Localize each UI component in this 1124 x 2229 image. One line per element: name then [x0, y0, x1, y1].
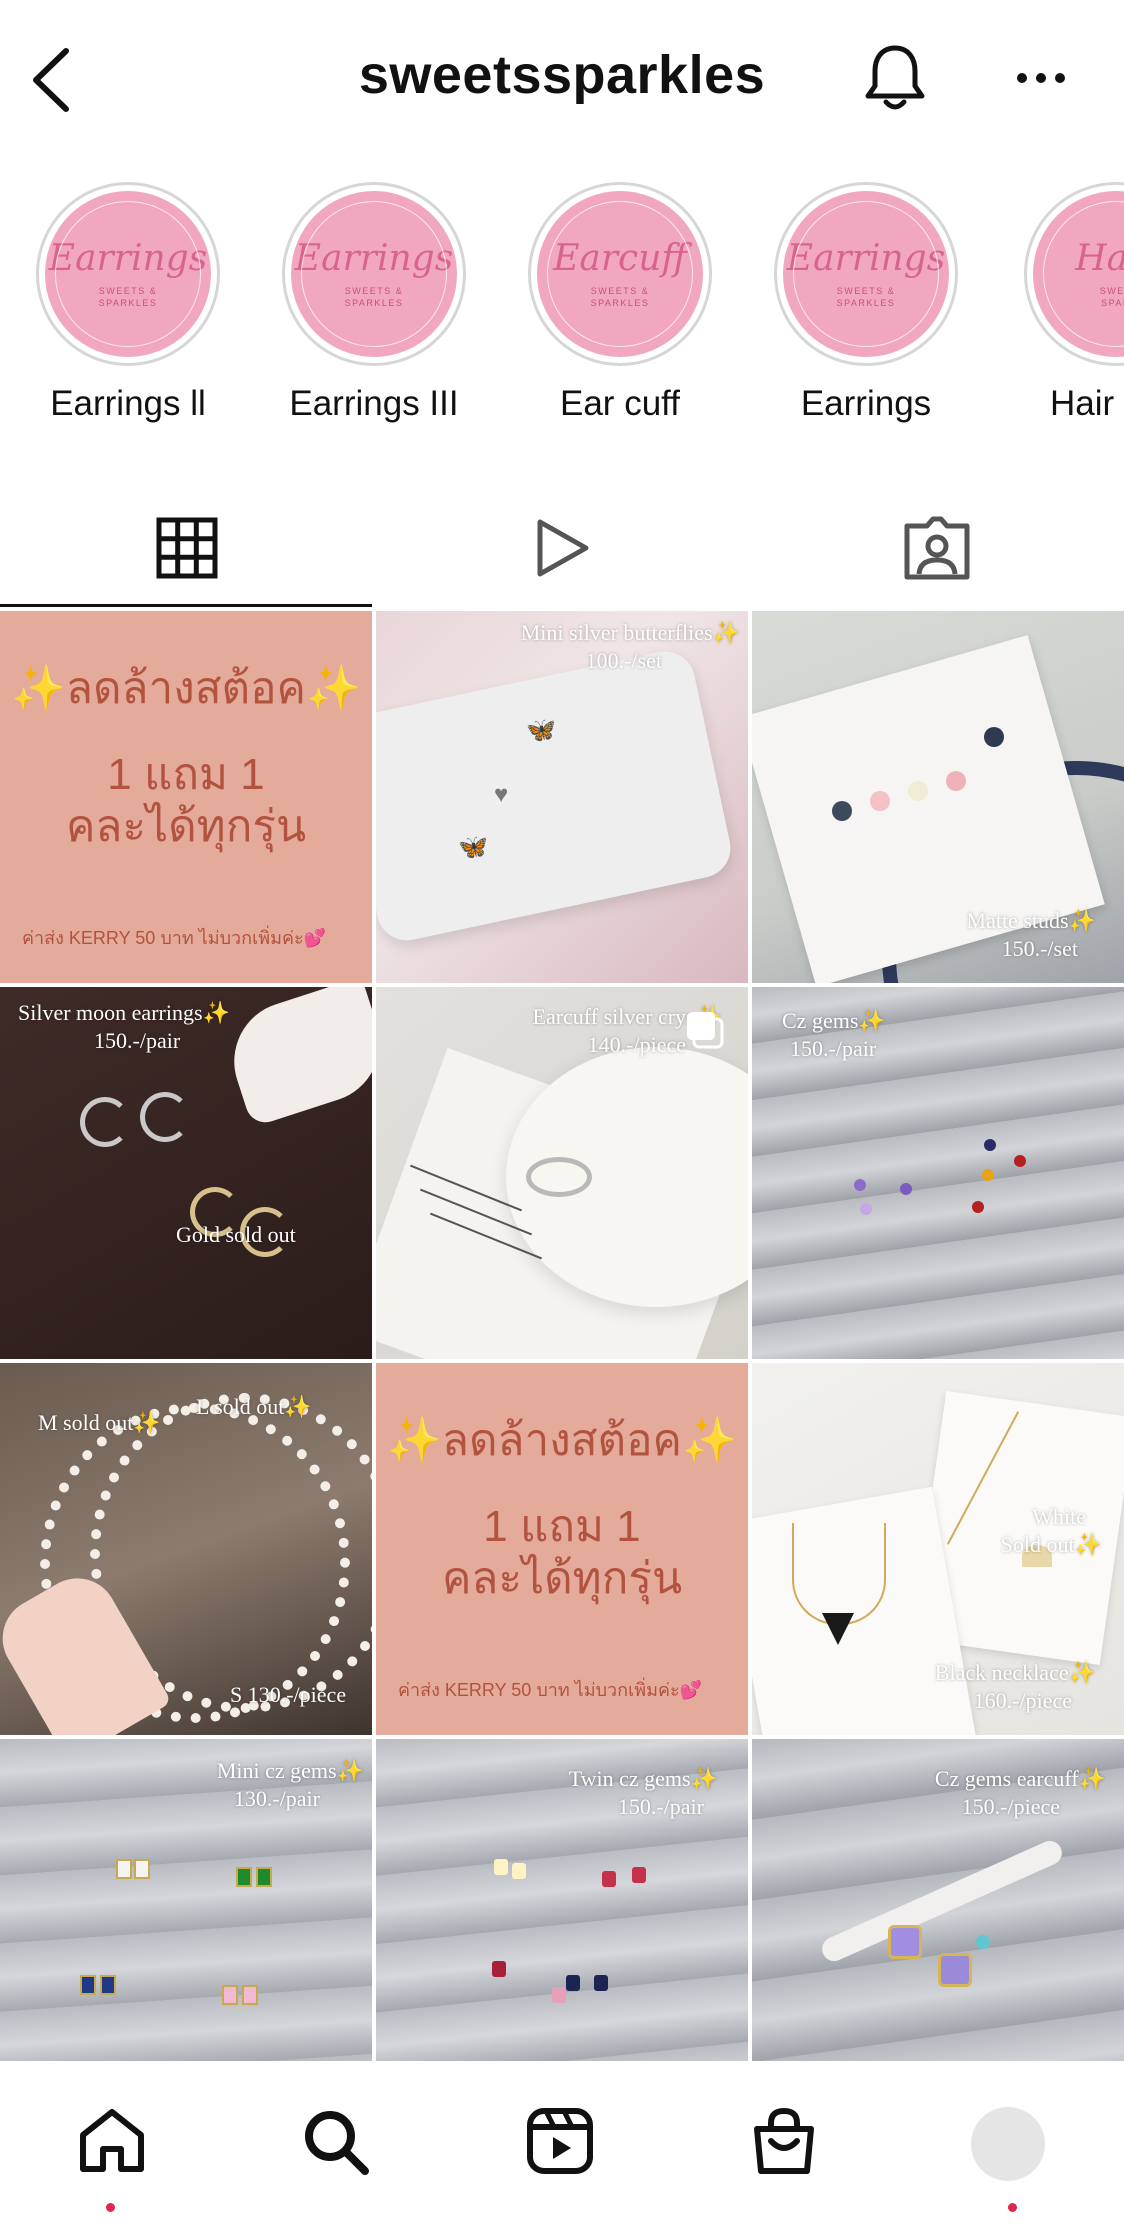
promo-offer: 1 แถม 1 คละได้ทุกรุ่น — [65, 750, 307, 851]
highlight-cover-text: Hair — [1075, 238, 1124, 279]
tab-tagged[interactable] — [750, 490, 1124, 606]
home-icon — [80, 2109, 144, 2172]
notifications-button[interactable] — [860, 38, 930, 118]
shop-bag-icon — [754, 2107, 814, 2174]
nav-reels[interactable] — [448, 2061, 672, 2229]
highlight-cover: Earrings SWEETS & SPARKLES — [774, 182, 958, 366]
post-caption: M sold out✨ — [38, 1410, 161, 1435]
highlight-cover-text: Earcuff — [553, 238, 687, 279]
post-caption: Mini silver butterflies✨ 100.-/set — [520, 620, 740, 673]
more-options-button[interactable] — [1008, 50, 1074, 106]
promo-title: ✨ลดล้างสต้อค✨ — [11, 664, 361, 713]
highlight-ear-cuff[interactable]: Earcuff SWEETS & SPARKLES Ear cuff — [508, 180, 728, 440]
reels-icon — [527, 2108, 593, 2174]
post-tile[interactable]: M sold out✨ L sold out✨ S 130.-/piece — [0, 1363, 372, 1735]
profile-tabs — [0, 490, 1124, 610]
highlight-cover: Hair SWEESPAR — [1024, 182, 1124, 366]
tagged-person-icon — [904, 516, 970, 580]
highlight-label: Earrings — [800, 384, 932, 423]
post-caption: Silver moon earrings✨ 150.-/pair — [18, 1000, 230, 1053]
promo-offer: 1 แถม 1 คละได้ทุกรุ่น — [441, 1502, 683, 1603]
highlight-cover: Earrings SWEETS & SPARKLES — [282, 182, 466, 366]
home-notification-dot — [106, 2203, 115, 2212]
post-caption: S 130.-/piece — [230, 1682, 347, 1707]
post-tile[interactable]: Silver moon earrings✨ 150.-/pair Gold sol… — [0, 987, 372, 1359]
highlight-cover-text: Earrings — [786, 238, 946, 279]
post-caption: Twin cz gems✨ 150.-/pair — [568, 1766, 718, 1819]
post-tile[interactable]: Twin cz gems✨ 150.-/pair — [376, 1739, 748, 2061]
tab-reels[interactable] — [375, 490, 749, 606]
post-tile[interactable]: Cz gems✨ 150.-/pair — [752, 987, 1124, 1359]
post-caption: L sold out✨ — [196, 1394, 312, 1419]
bottom-navigation-bar — [0, 2061, 1124, 2229]
profile-header: sweetssparkles — [0, 0, 1124, 160]
promo-footer: ค่าส่ง KERRY 50 บาท ไม่บวกเพิ่มค่ะ💕 — [22, 928, 327, 948]
promo-footer: ค่าส่ง KERRY 50 บาท ไม่บวกเพิ่มค่ะ💕 — [398, 1680, 703, 1700]
search-icon — [305, 2111, 369, 2175]
highlight-cover: Earrings SWEETS & SPARKLES — [36, 182, 220, 366]
highlight-label: Earrings III — [289, 384, 459, 423]
profile-avatar — [971, 2107, 1045, 2181]
post-caption: Cz gems earcuff✨ 150.-/piece — [934, 1766, 1106, 1819]
more-horizontal-icon — [1017, 73, 1065, 83]
promo-title: ✨ลดล้างสต้อค✨ — [387, 1416, 737, 1465]
nav-home[interactable] — [0, 2061, 224, 2229]
nav-shop[interactable] — [672, 2061, 896, 2229]
post-caption: Mini cz gems✨ 130.-/pair — [216, 1758, 364, 1811]
highlight-earrings-iii[interactable]: Earrings SWEETS & SPARKLES Earrings III — [262, 180, 482, 440]
post-tile[interactable]: Mini cz gems✨ 130.-/pair — [0, 1739, 372, 2061]
highlight-label: Hair — [1050, 384, 1115, 423]
post-tile[interactable]: White Sold out✨ Black necklace✨ 160.-/piec… — [752, 1363, 1124, 1735]
highlight-earrings-ll[interactable]: Earrings SWEETS & SPARKLES Earrings ll — [16, 180, 236, 440]
post-tile[interactable]: ✨ลดล้างสต้อค✨ 1 แถม 1 คละได้ทุกรุ่น ค่าส่… — [0, 611, 372, 983]
post-caption: Black necklace✨ 160.-/piece — [934, 1660, 1096, 1713]
bell-icon — [865, 45, 925, 110]
nav-search[interactable] — [224, 2061, 448, 2229]
active-tab-indicator — [0, 604, 372, 607]
highlight-cover: Earcuff SWEETS & SPARKLES — [528, 182, 712, 366]
tab-posts-grid[interactable] — [0, 490, 374, 606]
post-tile[interactable]: Cz gems earcuff✨ 150.-/piece — [752, 1739, 1124, 2061]
post-caption: White Sold out✨ — [1000, 1504, 1102, 1557]
highlight-label: Earrings ll — [50, 384, 206, 423]
highlight-label: Ear cuff — [560, 384, 680, 423]
highlight-earrings[interactable]: Earrings SWEETS & SPARKLES Earrings — [754, 180, 974, 440]
story-highlights-row: Earrings SWEETS & SPARKLES Earrings ll Ea… — [0, 180, 1124, 440]
carousel-icon — [687, 1012, 724, 1049]
post-tile[interactable]: ✨ลดล้างสต้อค✨ 1 แถม 1 คละได้ทุกรุ่น ค่าส่… — [376, 1363, 748, 1735]
grid-icon — [156, 517, 218, 579]
reels-play-icon — [537, 519, 589, 577]
highlight-cover-text: Earrings — [294, 238, 454, 279]
highlight-hair[interactable]: Hair SWEESPAR Hair — [1004, 180, 1124, 440]
post-caption-status: Gold sold out — [176, 1222, 296, 1247]
post-tile[interactable]: 🦋 ♥ 🦋 Mini silver butterflies✨ 100.-/set — [376, 611, 748, 983]
nav-profile[interactable] — [896, 2061, 1120, 2229]
highlight-cover-text: Earrings — [48, 238, 208, 279]
posts-grid: ✨ลดล้างสต้อค✨ 1 แถม 1 คละได้ทุกรุ่น ค่าส่… — [0, 611, 1124, 2061]
profile-notification-dot — [1008, 2203, 1017, 2212]
post-tile[interactable]: Earcuff silver crys✨ 140.-/piece — [376, 987, 748, 1359]
post-tile[interactable]: Matte studs✨ 150.-/set — [752, 611, 1124, 983]
post-caption: Matte studs✨ 150.-/set — [966, 908, 1096, 961]
profile-username: sweetssparkles — [358, 45, 766, 105]
post-caption: Cz gems✨ 150.-/pair — [782, 1008, 886, 1061]
